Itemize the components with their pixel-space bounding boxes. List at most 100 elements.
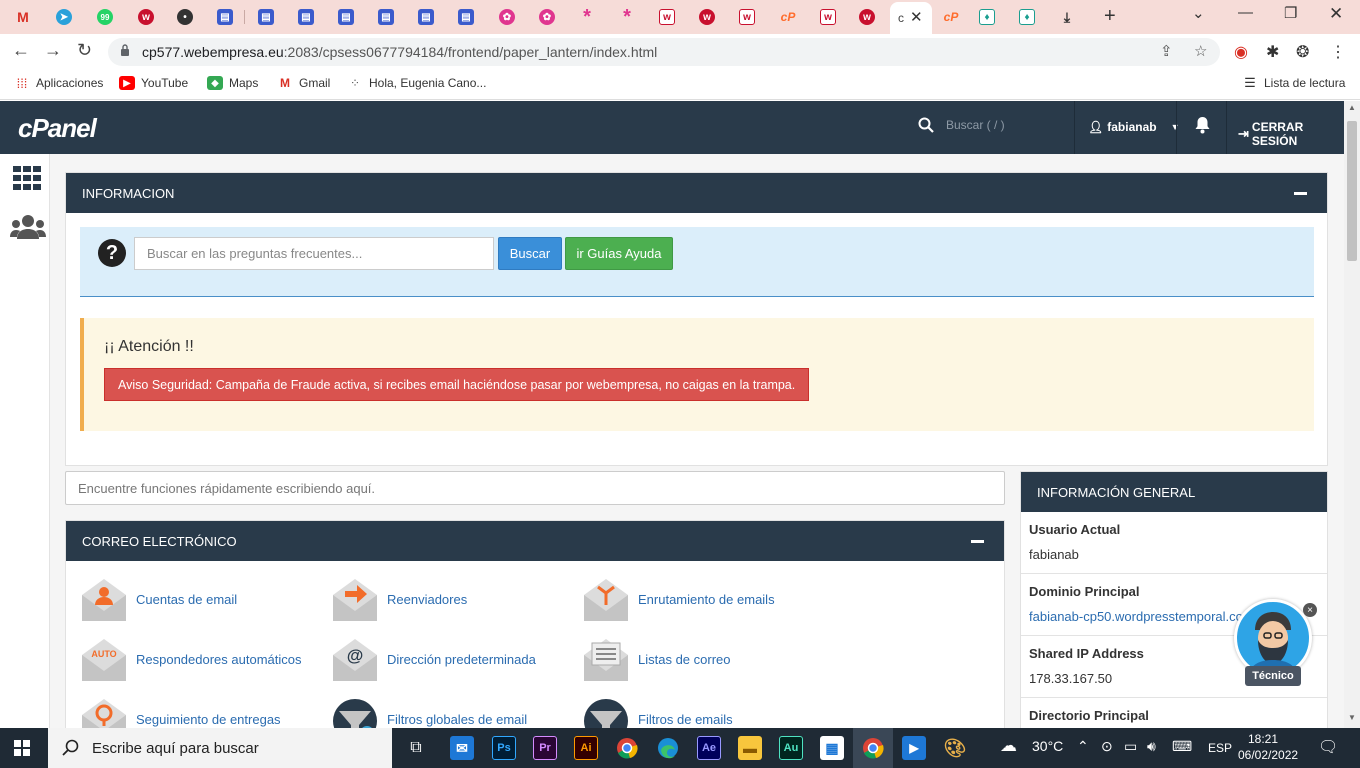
tab-asterisk-1[interactable]: * <box>570 4 604 30</box>
default-address-link[interactable]: @ Dirección predeterminada <box>331 635 536 683</box>
user-menu[interactable]: 👤︎ fabianab ▼ <box>1088 120 1180 134</box>
quick-find-input[interactable] <box>65 471 1005 505</box>
tab-doc-5[interactable]: ▤ <box>369 4 403 30</box>
bell-icon[interactable] <box>1194 116 1211 134</box>
tab-telegram[interactable]: ➤ <box>47 4 81 30</box>
faq-search-button[interactable]: Buscar <box>498 237 562 270</box>
mail-icon[interactable]: ✉ <box>450 736 474 760</box>
tab-w-1[interactable]: w <box>650 4 684 30</box>
users-icon[interactable] <box>10 214 46 240</box>
tab-webempresa[interactable]: w <box>129 4 163 30</box>
tab-search-icon[interactable]: ⌄ <box>1192 4 1205 22</box>
tab-doc-3[interactable]: ▤ <box>289 4 323 30</box>
illustrator-icon[interactable]: Ai <box>574 736 598 760</box>
tab-leaf-1[interactable]: ♦ <box>970 4 1004 30</box>
back-button[interactable]: ← <box>12 40 30 61</box>
volume-icon[interactable]: 🔊︎ <box>1147 738 1156 755</box>
tab-w-3[interactable]: w <box>730 4 764 30</box>
cpanel-search-input[interactable] <box>946 118 1086 132</box>
tab-leaf-2[interactable]: ♦ <box>1010 4 1044 30</box>
home-grid-icon[interactable] <box>13 166 41 190</box>
store-icon[interactable]: ▦ <box>820 736 844 760</box>
collapse-icon[interactable] <box>971 540 984 543</box>
scrollbar-thumb[interactable] <box>1347 121 1357 261</box>
address-bar[interactable]: cp577.webempresa.eu:2083/cpsess067779418… <box>108 38 1220 66</box>
tab-doc-7[interactable]: ▤ <box>449 4 483 30</box>
file-explorer-icon[interactable]: ▬ <box>738 736 762 760</box>
email-routing-link[interactable]: Enrutamiento de emails <box>582 575 775 623</box>
logout-button[interactable]: ⇥ CERRAR SESIÓN <box>1238 120 1344 148</box>
alert-message[interactable]: Aviso Seguridad: Campaña de Fraude activ… <box>104 368 810 401</box>
task-view-icon[interactable]: ⧉ <box>404 736 428 760</box>
tab-active[interactable]: c ✕ <box>890 2 932 36</box>
audition-icon[interactable]: Au <box>779 736 803 760</box>
reload-button[interactable]: ↻ <box>77 40 92 61</box>
faq-search-input[interactable] <box>134 237 494 270</box>
tab-w-4[interactable]: w <box>811 4 845 30</box>
bookmark-star-icon[interactable]: ☆ <box>1194 42 1207 60</box>
temperature[interactable]: 30°C <box>1032 738 1063 754</box>
video-editor-icon[interactable]: ▶ <box>902 736 926 760</box>
bookmark-maps[interactable]: ◆ Maps <box>207 76 258 90</box>
after-effects-icon[interactable]: Ae <box>697 736 721 760</box>
page-scrollbar[interactable]: ▲ ▼ <box>1344 101 1360 728</box>
menu-kebab-icon[interactable]: ⋮ <box>1330 42 1346 62</box>
tab-w-2[interactable]: w <box>690 4 724 30</box>
tab-whatsapp[interactable]: 99 <box>88 4 122 30</box>
info-panel-header[interactable]: INFORMACION <box>66 173 1327 213</box>
battery-icon[interactable]: ▭ <box>1124 738 1137 755</box>
forward-button[interactable]: → <box>44 40 62 61</box>
windows-start-icon[interactable] <box>14 740 30 756</box>
camera-icon[interactable]: ⊙ <box>1101 738 1113 755</box>
email-filters-link[interactable]: Filtros de emails <box>582 695 733 728</box>
forwarders-link[interactable]: Reenviadores <box>331 575 467 623</box>
global-email-filters-link[interactable]: Filtros globales de email <box>331 695 527 728</box>
autoresponders-link[interactable]: AUTO Respondedores automáticos <box>80 635 302 683</box>
new-tab-button[interactable]: + <box>1104 5 1116 28</box>
close-chat-icon[interactable]: × <box>1303 603 1317 617</box>
profile-avatar-icon[interactable]: ❂ <box>1296 42 1309 62</box>
paint-icon[interactable]: 🎨︎ <box>943 736 967 760</box>
delivery-tracking-link[interactable]: Seguimiento de entregas <box>80 695 281 728</box>
bookmark-hola[interactable]: ⁘ Hola, Eugenia Cano... <box>347 76 486 90</box>
close-tab-icon[interactable]: ✕ <box>910 8 923 26</box>
tab-pink-1[interactable]: ✿ <box>490 4 524 30</box>
tab-cpanel-1[interactable]: cP <box>771 4 805 30</box>
extension-icon[interactable]: ◉ <box>1234 42 1248 62</box>
bookmark-apps[interactable]: ⁞⁞⁞ Aplicaciones <box>14 76 104 91</box>
taskbar-search[interactable]: Escribe aquí para buscar <box>48 728 392 768</box>
tray-chevron-up-icon[interactable]: ⌃ <box>1077 738 1089 755</box>
scroll-up-icon[interactable]: ▲ <box>1348 103 1356 112</box>
keyboard-icon[interactable]: ⌨ <box>1172 738 1192 755</box>
tab-doc-2[interactable]: ▤ <box>249 4 283 30</box>
photoshop-icon[interactable]: Ps <box>492 736 516 760</box>
help-guides-button[interactable]: ir Guías Ayuda <box>565 237 673 270</box>
mailing-lists-link[interactable]: Listas de correo <box>582 635 731 683</box>
edge-icon[interactable] <box>656 736 680 760</box>
email-panel-header[interactable]: CORREO ELECTRÓNICO <box>66 521 1004 561</box>
cpanel-logo[interactable]: cPanel <box>18 113 97 144</box>
bookmark-youtube[interactable]: ▶ YouTube <box>119 76 188 90</box>
chat-bot-label[interactable]: Técnico <box>1245 666 1301 686</box>
weather-cloud-icon[interactable]: ☁ <box>1000 736 1017 756</box>
collapse-icon[interactable] <box>1294 192 1307 195</box>
reading-list[interactable]: ☰ Lista de lectura <box>1242 75 1345 90</box>
restore-button[interactable]: ❐ <box>1284 4 1297 22</box>
tab-doc-1[interactable]: ▤ <box>208 4 242 30</box>
tab-asterisk-2[interactable]: * <box>610 4 644 30</box>
chrome-active-icon[interactable] <box>861 736 885 760</box>
email-accounts-link[interactable]: Cuentas de email <box>80 575 237 623</box>
tab-site[interactable]: • <box>168 4 202 30</box>
tab-pink-2[interactable]: ✿ <box>530 4 564 30</box>
notification-center-icon[interactable]: 🗨︎ <box>1318 737 1338 757</box>
tab-w-5[interactable]: w <box>850 4 884 30</box>
tab-doc-6[interactable]: ▤ <box>409 4 443 30</box>
close-window-button[interactable]: ✕ <box>1329 4 1343 24</box>
language-indicator[interactable]: ESP <box>1208 741 1232 755</box>
tab-download[interactable]: ⤓ <box>1050 4 1084 30</box>
puzzle-icon[interactable]: ✱ <box>1266 42 1279 62</box>
tab-doc-4[interactable]: ▤ <box>329 4 363 30</box>
scroll-down-icon[interactable]: ▼ <box>1348 713 1356 722</box>
premiere-icon[interactable]: Pr <box>533 736 557 760</box>
chrome-icon[interactable] <box>615 736 639 760</box>
